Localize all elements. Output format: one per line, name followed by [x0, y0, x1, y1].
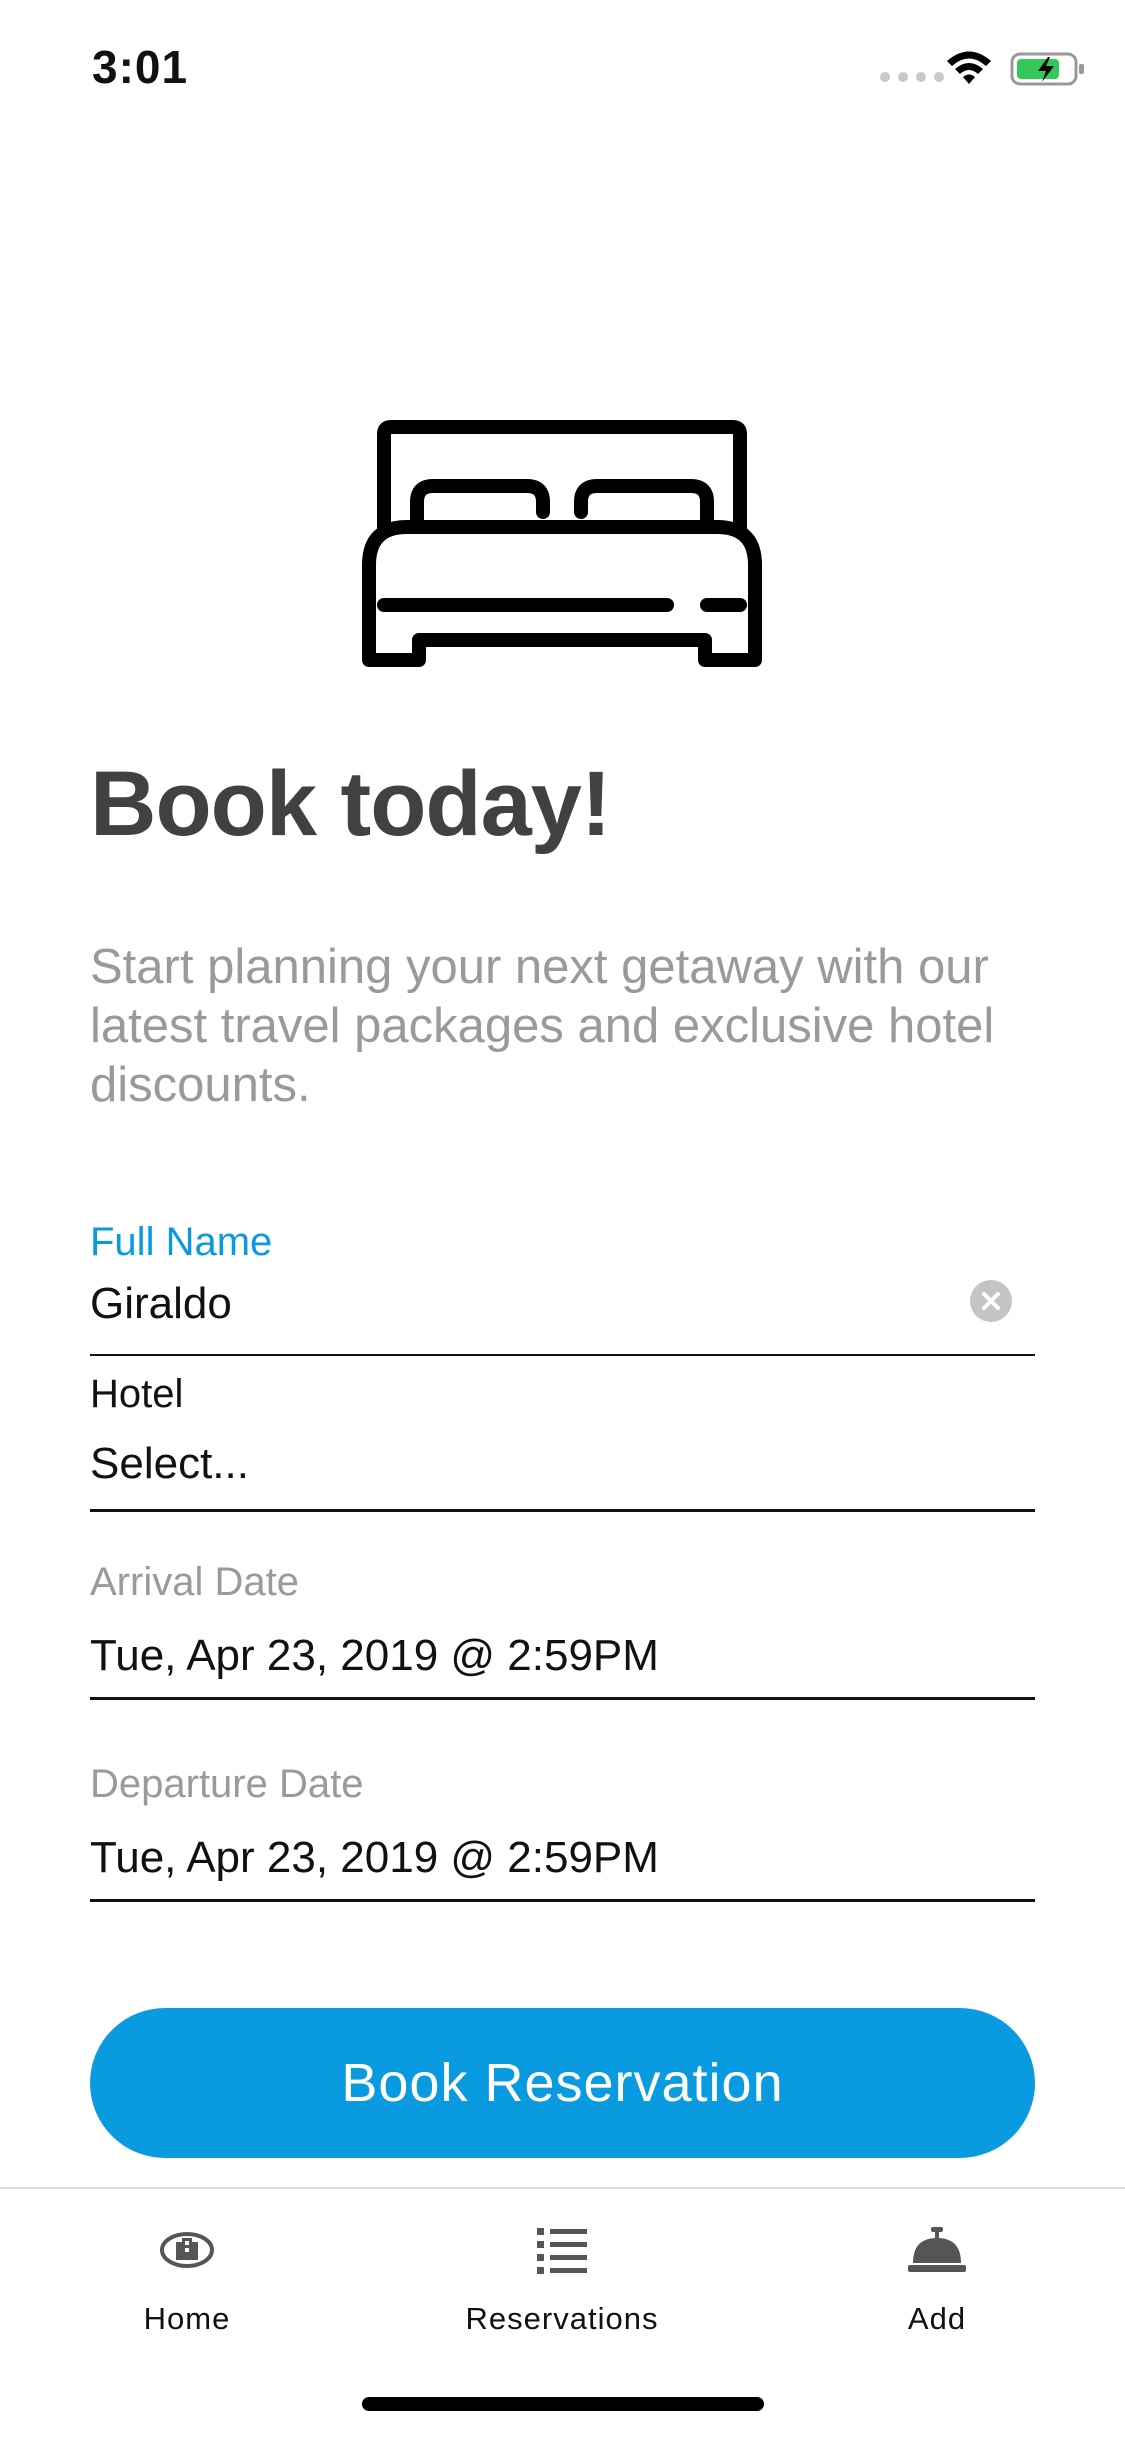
arrival-date-value[interactable]: Tue, Apr 23, 2019 @ 2:59PM — [90, 1631, 1035, 1681]
hotel-logo-icon — [160, 2232, 214, 2268]
tab-add-label: Add — [907, 2301, 967, 2336]
battery-charging-icon — [1010, 52, 1084, 86]
departure-date-label: Departure Date — [90, 1762, 364, 1806]
full-name-field[interactable]: Full Name Giraldo — [90, 1220, 1035, 1356]
book-reservation-button[interactable]: Book Reservation — [90, 2008, 1035, 2158]
hotel-select-value[interactable]: Select... — [90, 1439, 1035, 1489]
tab-home[interactable]: Home — [57, 2215, 317, 2337]
arrival-date-field[interactable]: Arrival Date Tue, Apr 23, 2019 @ 2:59PM — [90, 1560, 1035, 1700]
status-time: 3:01 — [92, 41, 189, 93]
full-name-label: Full Name — [90, 1220, 273, 1264]
bed-icon — [362, 420, 762, 667]
full-name-input[interactable]: Giraldo — [90, 1279, 1035, 1329]
cellular-signal-icon — [880, 72, 944, 82]
service-bell-icon — [908, 2227, 966, 2272]
hotel-select[interactable]: Hotel Select... — [90, 1372, 1035, 1512]
tab-add[interactable]: Add — [807, 2215, 1067, 2337]
clear-icon[interactable] — [970, 1280, 1012, 1322]
status-bar: 3:01 — [0, 0, 1125, 140]
list-icon — [537, 2228, 587, 2274]
page-title: Book today! — [90, 753, 612, 855]
wifi-icon — [947, 51, 991, 84]
arrival-date-label: Arrival Date — [90, 1560, 299, 1604]
tab-reservations-label: Reservations — [465, 2301, 659, 2336]
tab-reservations[interactable]: Reservations — [432, 2215, 692, 2337]
departure-date-value[interactable]: Tue, Apr 23, 2019 @ 2:59PM — [90, 1833, 1035, 1883]
departure-date-field[interactable]: Departure Date Tue, Apr 23, 2019 @ 2:59P… — [90, 1762, 1035, 1902]
hotel-label: Hotel — [90, 1372, 184, 1416]
page-subtitle: Start planning your next getaway with ou… — [90, 940, 995, 1112]
tab-home-label: Home — [143, 2301, 231, 2336]
home-indicator[interactable] — [362, 2397, 764, 2411]
